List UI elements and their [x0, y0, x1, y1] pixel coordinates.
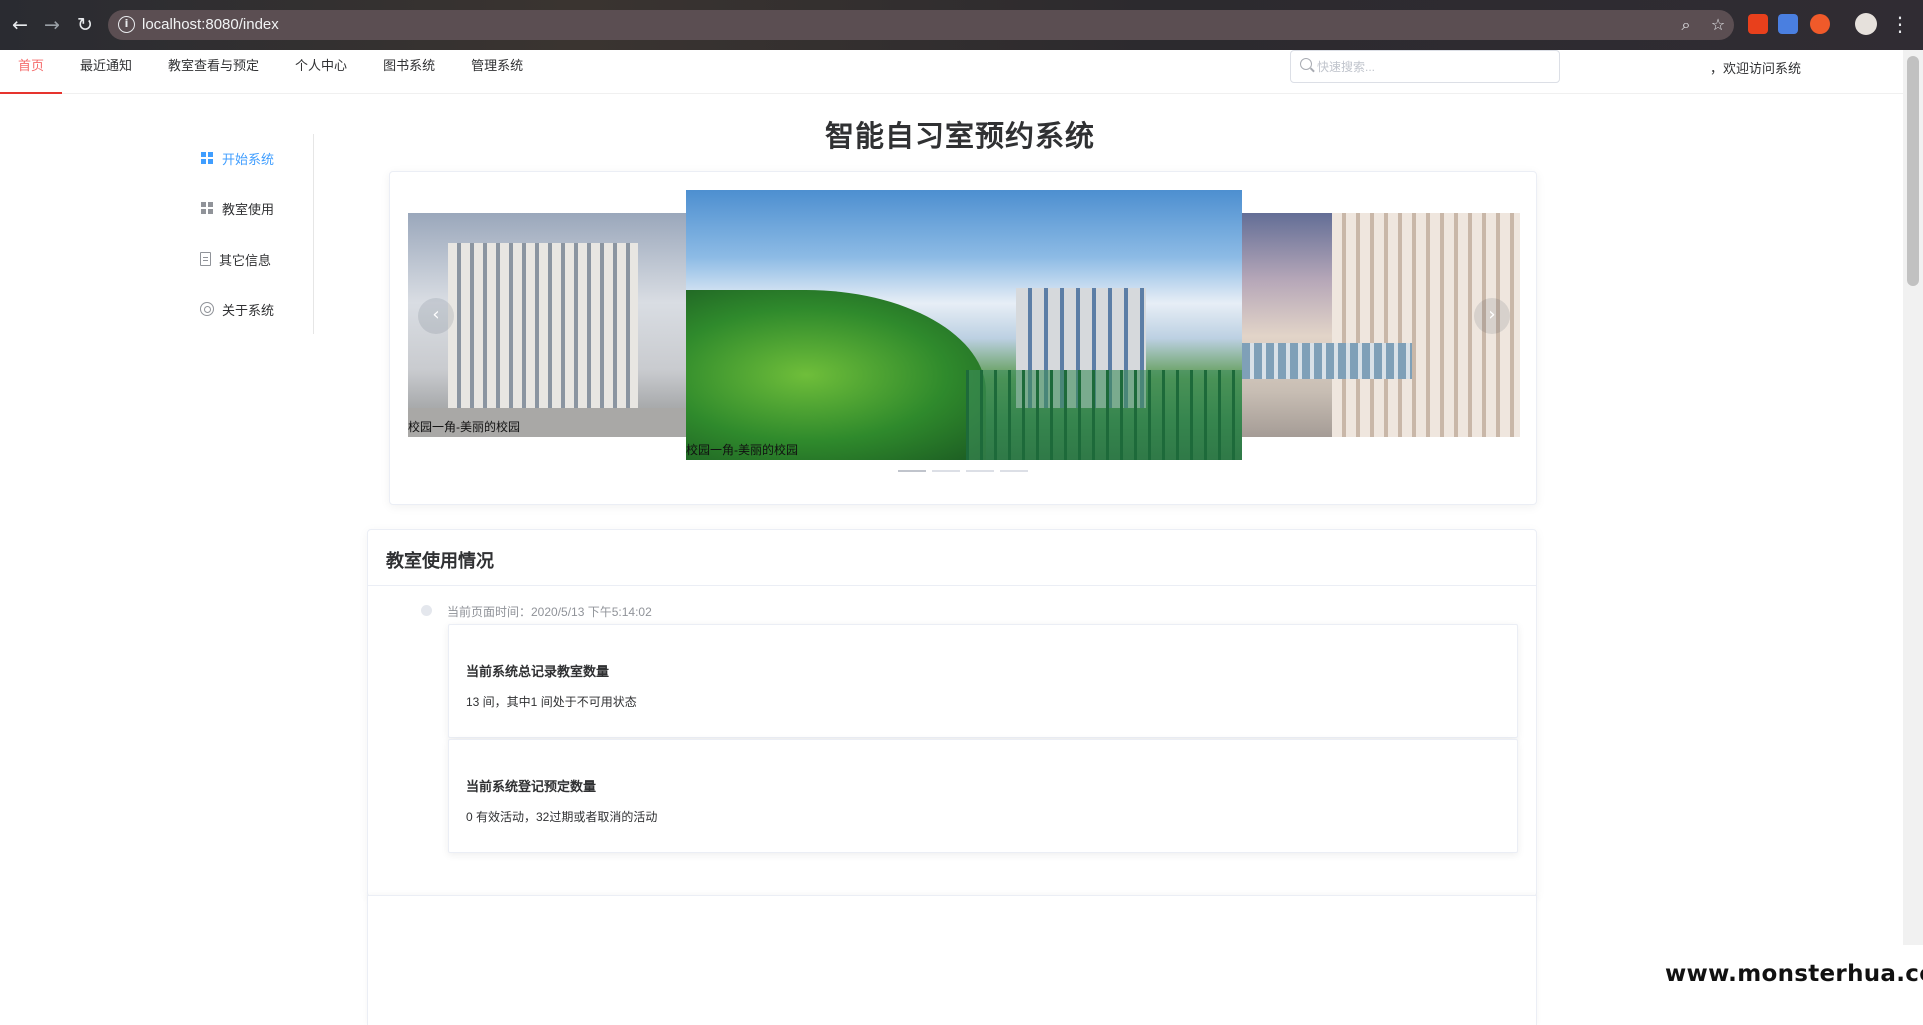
- reload-icon[interactable]: ↻: [73, 13, 97, 37]
- timeline-timestamp: 当前页面时间：2020/5/13 下午5:14:02: [447, 605, 652, 619]
- site-info-icon[interactable]: i: [118, 16, 135, 33]
- address-bar[interactable]: i localhost:8080/index ⌕ ☆: [108, 10, 1734, 40]
- translate-extension-icon[interactable]: [1778, 14, 1798, 34]
- carousel-indicator[interactable]: [966, 470, 994, 472]
- skybridge-image: [1242, 343, 1412, 379]
- page-title: 智能自习室预约系统: [824, 119, 1095, 153]
- sidebar-item-label: 教室使用: [222, 201, 275, 217]
- sidebar-item-classroom-usage[interactable]: 教室使用: [200, 196, 274, 220]
- grid-icon: [200, 151, 214, 165]
- tab-personal-center[interactable]: 个人中心: [277, 50, 365, 94]
- timeline-dot: [421, 605, 432, 616]
- carousel-indicators: [898, 470, 1028, 472]
- building-image: [448, 243, 638, 413]
- tab-home[interactable]: 首页: [0, 50, 63, 94]
- bookmark-star-icon[interactable]: ☆: [1708, 15, 1728, 35]
- stat-card-bookings: 当前系统登记预定数量 0 有效活动，32过期或者取消的活动: [448, 739, 1518, 853]
- search-icon: [1300, 58, 1312, 70]
- tab-library[interactable]: 图书系统: [365, 50, 453, 94]
- carousel-caption: 校园一角-美丽的校园: [408, 420, 520, 434]
- stat-desc: 13 间，其中1 间处于不可用状态: [466, 695, 637, 709]
- block-extension-icon[interactable]: [1810, 14, 1830, 34]
- page-scrollbar[interactable]: [1903, 50, 1923, 945]
- fence-image: [966, 370, 1242, 460]
- tab-admin[interactable]: 管理系统: [453, 50, 541, 94]
- welcome-text: ，欢迎访问系统: [1710, 61, 1802, 76]
- carousel-next-icon[interactable]: ›: [1474, 298, 1510, 334]
- tab-classroom-booking[interactable]: 教室查看与预定: [150, 50, 277, 94]
- browser-menu-icon[interactable]: ⋮: [1890, 12, 1910, 36]
- gear-icon: [200, 302, 214, 316]
- grid-icon: [200, 201, 214, 215]
- carousel-indicator[interactable]: [1000, 470, 1028, 472]
- carousel-indicator[interactable]: [898, 470, 926, 472]
- back-icon[interactable]: ←: [8, 13, 32, 37]
- document-icon: [200, 252, 211, 266]
- carousel-prev-icon[interactable]: ‹: [418, 298, 454, 334]
- search-input[interactable]: [1317, 55, 1552, 79]
- url-text: localhost:8080/index: [142, 16, 279, 33]
- quick-search[interactable]: [1290, 50, 1560, 83]
- watermark-text: www.monsterhua.com: [1665, 961, 1923, 987]
- usage-card-title: 教室使用情况: [368, 530, 1536, 586]
- carousel-caption: 校园一角-美丽的校园: [686, 443, 798, 457]
- forward-icon[interactable]: →: [40, 13, 64, 37]
- sidebar-item-other-info[interactable]: 其它信息: [200, 247, 271, 271]
- carousel-indicator[interactable]: [932, 470, 960, 472]
- sidebar-item-start[interactable]: 开始系统: [200, 146, 274, 170]
- tab-notices[interactable]: 最近通知: [62, 50, 150, 94]
- classroom-usage-card: 教室使用情况 当前页面时间：2020/5/13 下午5:14:02 当前系统总记…: [367, 529, 1537, 897]
- scrollbar-thumb[interactable]: [1907, 56, 1919, 286]
- sidebar-item-label: 开始系统: [222, 151, 275, 167]
- app-header: 首页 最近通知 教室查看与预定 个人中心 图书系统 管理系统 ，欢迎访问系统: [0, 50, 1903, 94]
- stat-title: 当前系统登记预定数量: [466, 780, 597, 795]
- sidebar-item-label: 关于系统: [222, 302, 275, 318]
- browser-toolbar: ← → ↻ i localhost:8080/index ⌕ ☆ ⋮: [0, 0, 1923, 50]
- stat-card-classrooms: 当前系统总记录教室数量 13 间，其中1 间处于不可用状态: [448, 624, 1518, 738]
- image-carousel: 校园一角-美丽的校园 校园一角-美丽的校园 ‹ ›: [389, 171, 1537, 505]
- sidebar-item-about[interactable]: 关于系统: [200, 297, 274, 321]
- office-extension-icon[interactable]: [1748, 14, 1768, 34]
- carousel-slide-active[interactable]: 校园一角-美丽的校园: [686, 190, 1242, 460]
- main-nav: 首页 最近通知 教室查看与预定 个人中心 图书系统 管理系统: [0, 50, 541, 94]
- profile-avatar-icon[interactable]: [1855, 13, 1877, 35]
- stat-desc: 0 有效活动，32过期或者取消的活动: [466, 810, 658, 824]
- zoom-icon[interactable]: ⌕: [1676, 15, 1696, 35]
- lower-card: [367, 895, 1537, 1025]
- sidebar: 开始系统 教室使用 其它信息 关于系统: [190, 134, 314, 334]
- stat-title: 当前系统总记录教室数量: [466, 665, 610, 680]
- sidebar-item-label: 其它信息: [219, 252, 272, 268]
- tree-image: [686, 290, 986, 460]
